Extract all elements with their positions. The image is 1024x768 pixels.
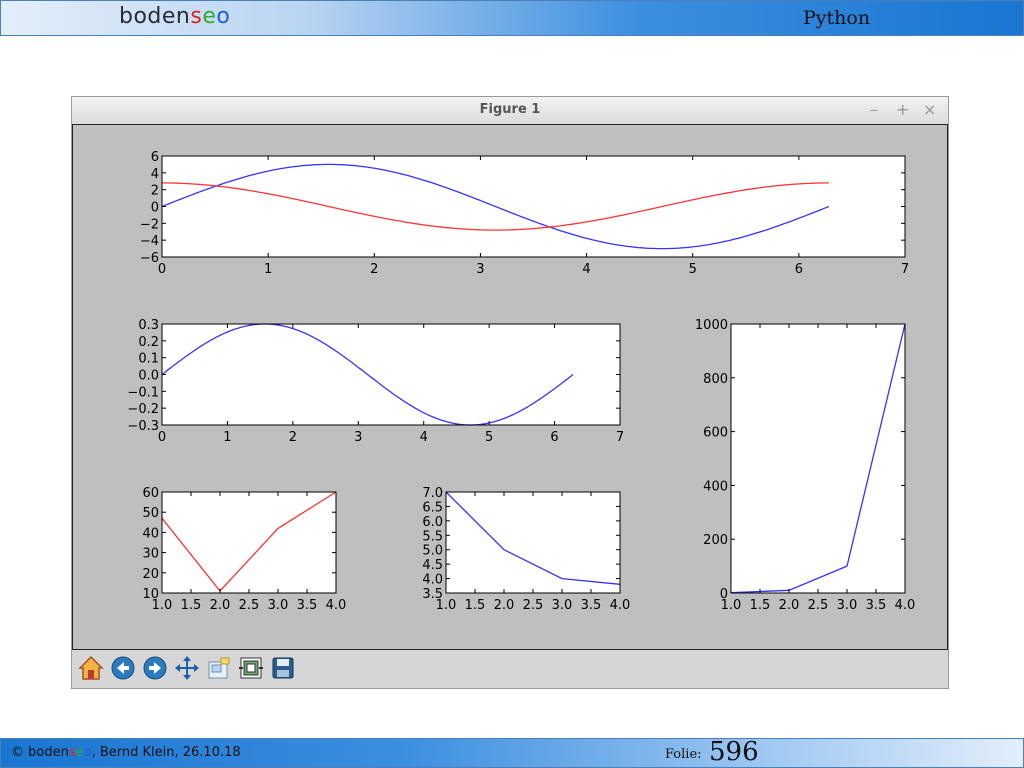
x-tick-label: 3.5 <box>581 598 602 613</box>
home-icon <box>78 655 104 680</box>
y-tick-label: 0.3 <box>138 318 159 333</box>
x-tick-label: 2.0 <box>494 598 515 613</box>
plot-area-1 <box>162 156 905 257</box>
x-tick-label: 2 <box>370 262 378 277</box>
x-tick-label: 4.0 <box>326 598 347 613</box>
footer-bar: © bodenseo, Bernd Klein, 26.10.18 Folie:… <box>0 737 1024 768</box>
x-tick-label: 0 <box>158 262 166 277</box>
footer-copyright: © bodenseo, Bernd Klein, 26.10.18 <box>11 745 241 760</box>
y-tick-label: 200 <box>703 533 728 548</box>
pan-icon <box>175 656 199 680</box>
x-tick-label: 2.5 <box>239 598 260 613</box>
y-tick-label: 600 <box>703 426 728 441</box>
y-tick-label: 50 <box>142 506 159 521</box>
y-tick-label: 2 <box>151 184 159 199</box>
y-tick-label: 0 <box>720 587 728 602</box>
save-button[interactable] <box>268 653 298 683</box>
figure-canvas-frame: 0 1 2 3 4 5 6 7 −6 −4 −2 0 2 4 6 0 1 2 3 4 5 6 7 −0.3 −0.2 −0.1 0.… <box>72 124 948 650</box>
save-icon <box>272 657 294 679</box>
x-tick-label: 1 <box>264 262 272 277</box>
y-tick-label: 3.5 <box>422 587 443 602</box>
x-tick-label: 2.5 <box>523 598 544 613</box>
x-tick-label: 3.0 <box>552 598 573 613</box>
plot-area-5 <box>731 324 905 593</box>
x-tick-label: 3 <box>354 430 362 445</box>
plot-area-3 <box>162 492 336 593</box>
x-tick-label: 5 <box>689 262 697 277</box>
y-tick-label: −6 <box>140 251 159 266</box>
x-tick-label: 1.5 <box>750 598 771 613</box>
home-button[interactable] <box>76 653 106 683</box>
x-tick-label: 6 <box>550 430 558 445</box>
x-tick-label: 1.5 <box>465 598 486 613</box>
y-tick-label: −4 <box>140 234 159 249</box>
x-tick-label: 3.0 <box>837 598 858 613</box>
y-tick-label: 40 <box>142 526 159 541</box>
y-tick-label: 0.0 <box>138 369 159 384</box>
back-arrow-icon <box>111 656 135 680</box>
forward-button[interactable] <box>140 653 170 683</box>
plot-area-4 <box>446 492 620 593</box>
y-tick-label: −0.2 <box>127 402 159 417</box>
y-tick-label: 0 <box>151 201 159 216</box>
back-button[interactable] <box>108 653 138 683</box>
x-tick-label: 6 <box>795 262 803 277</box>
x-tick-label: 4 <box>582 262 590 277</box>
y-tick-label: 10 <box>142 587 159 602</box>
x-tick-label: 2 <box>289 430 297 445</box>
x-tick-label: 3.5 <box>866 598 887 613</box>
x-tick-label: 4.0 <box>895 598 916 613</box>
y-tick-label: −0.1 <box>127 385 159 400</box>
forward-arrow-icon <box>143 656 167 680</box>
y-tick-label: 1000 <box>695 318 728 333</box>
y-tick-label: 5.0 <box>422 544 443 559</box>
y-tick-label: −0.3 <box>127 419 159 434</box>
x-tick-label: 2.0 <box>210 598 231 613</box>
y-tick-label: −2 <box>140 217 159 232</box>
plot-area-2 <box>162 324 620 425</box>
x-tick-label: 7 <box>901 262 909 277</box>
slide-number: 596 <box>709 737 759 767</box>
zoom-button[interactable] <box>204 653 234 683</box>
y-tick-label: 0.1 <box>138 352 159 367</box>
y-tick-label: 5.5 <box>422 529 443 544</box>
y-tick-label: 800 <box>703 372 728 387</box>
x-tick-label: 7 <box>616 430 624 445</box>
x-tick-label: 4.0 <box>610 598 631 613</box>
y-tick-label: 60 <box>142 486 159 501</box>
x-tick-label: 5 <box>485 430 493 445</box>
pan-button[interactable] <box>172 653 202 683</box>
y-tick-label: 400 <box>703 479 728 494</box>
y-tick-label: 6.5 <box>422 500 443 515</box>
navigation-toolbar <box>72 650 948 688</box>
x-tick-label: 2.0 <box>779 598 800 613</box>
y-tick-label: 4.5 <box>422 558 443 573</box>
x-tick-label: 3 <box>476 262 484 277</box>
x-tick-label: 3.0 <box>268 598 289 613</box>
y-tick-label: 20 <box>142 567 159 582</box>
figure-window: Figure 1 – + × 0 1 2 3 4 5 6 7 −6 −4 −2 0 2 4 6 0 1 2 3 4 5 6… <box>71 96 949 689</box>
x-tick-label: 1 <box>223 430 231 445</box>
configure-subplots-button[interactable] <box>236 653 266 683</box>
zoom-icon <box>208 657 230 679</box>
y-tick-label: 7.0 <box>422 486 443 501</box>
x-tick-label: 3.5 <box>297 598 318 613</box>
y-tick-label: 0.2 <box>138 335 159 350</box>
x-tick-label: 2.5 <box>808 598 829 613</box>
y-tick-label: 6.0 <box>422 515 443 530</box>
y-tick-label: 6 <box>151 150 159 165</box>
configure-subplots-icon <box>239 657 263 679</box>
slide-label: Folie: <box>665 747 702 762</box>
x-tick-label: 4 <box>420 430 428 445</box>
y-tick-label: 30 <box>142 547 159 562</box>
x-tick-label: 0 <box>158 430 166 445</box>
y-tick-label: 4 <box>151 167 159 182</box>
figure-canvas[interactable]: 0 1 2 3 4 5 6 7 −6 −4 −2 0 2 4 6 0 1 2 3 4 5 6 7 −0.3 −0.2 −0.1 0.… <box>79 129 943 645</box>
x-tick-label: 1.5 <box>181 598 202 613</box>
y-tick-label: 4.0 <box>422 573 443 588</box>
